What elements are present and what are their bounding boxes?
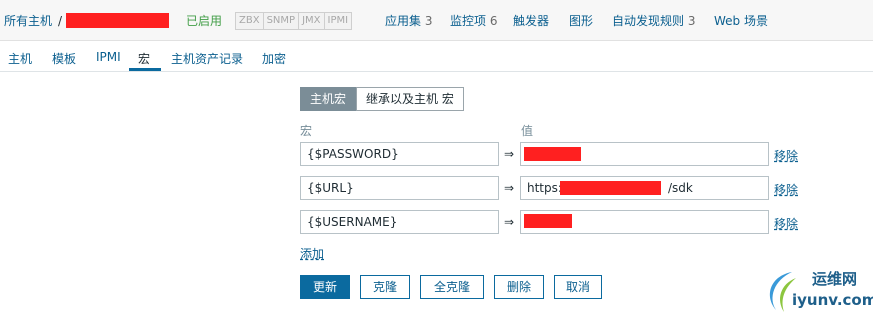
nav-items[interactable]: 监控项 6 <box>450 14 497 28</box>
nav-web-scenarios[interactable]: Web 场景 <box>714 14 768 28</box>
tag-snmp: SNMP <box>262 12 300 30</box>
tab-inventory[interactable]: 主机资产记录 <box>171 50 243 67</box>
url-value-suffix: /sdk <box>667 181 693 195</box>
breadcrumb-all-hosts[interactable]: 所有主机 <box>4 14 52 28</box>
breadcrumb-separator: / <box>58 14 63 28</box>
redacted-value <box>524 214 572 228</box>
remove-button[interactable]: 移除 <box>774 215 798 232</box>
remove-button[interactable]: 移除 <box>774 147 798 164</box>
tag-jmx: JMX <box>298 12 325 30</box>
redacted-value <box>524 147 581 161</box>
redacted-value <box>560 181 661 195</box>
macro-name-input[interactable]: {$URL} <box>300 176 499 200</box>
nav-discovery-rules[interactable]: 自动发现规则 3 <box>612 14 695 28</box>
macro-name-input[interactable]: {$PASSWORD} <box>300 142 499 166</box>
delete-button[interactable]: 删除 <box>494 275 544 299</box>
site-watermark: 运维网 iyunv.com <box>762 266 873 315</box>
nav-graphs[interactable]: 图形 <box>569 14 593 28</box>
tab-ipmi[interactable]: IPMI <box>96 50 121 64</box>
clone-button[interactable]: 克隆 <box>360 275 410 299</box>
tab-templates[interactable]: 模板 <box>52 50 76 67</box>
tag-ipmi: IPMI <box>323 12 353 30</box>
full-clone-button[interactable]: 全克隆 <box>420 275 484 299</box>
nav-triggers[interactable]: 触发器 <box>513 14 549 28</box>
add-macro-link[interactable]: 添加 <box>300 245 324 262</box>
inherited-macros-toggle[interactable]: 继承以及主机 宏 <box>356 87 464 111</box>
watermark-line2: iyunv.com <box>792 291 873 309</box>
watermark-line1: 运维网 <box>812 270 858 288</box>
host-tabs: 主机 模板 IPMI 宏 主机资产记录 加密 <box>0 41 873 72</box>
arrow-icon: ⇒ <box>504 215 515 229</box>
macro-mode-toggle: 主机宏 继承以及主机 宏 <box>300 87 464 111</box>
value-column-header: 值 <box>521 124 534 138</box>
nav-applications[interactable]: 应用集 3 <box>385 14 432 28</box>
macro-name-input[interactable]: {$USERNAME} <box>300 210 499 234</box>
active-tab-indicator <box>129 68 161 71</box>
remove-button[interactable]: 移除 <box>774 181 798 198</box>
host-header-bar: 所有主机 / 已启用 ZBX SNMP JMX IPMI 应用集 3 监控项 6… <box>0 0 873 41</box>
tag-zbx: ZBX <box>235 12 264 30</box>
arrow-icon: ⇒ <box>504 147 515 161</box>
update-button[interactable]: 更新 <box>300 275 350 299</box>
arrow-icon: ⇒ <box>504 181 515 195</box>
availability-tags: ZBX SNMP JMX IPMI <box>235 12 353 30</box>
tab-macros[interactable]: 宏 <box>138 50 150 67</box>
tab-host[interactable]: 主机 <box>8 50 32 67</box>
tab-encryption[interactable]: 加密 <box>262 50 286 67</box>
macro-column-header: 宏 <box>300 124 313 138</box>
redacted-host-name <box>66 13 169 28</box>
cancel-button[interactable]: 取消 <box>554 275 602 299</box>
status-enabled[interactable]: 已启用 <box>186 14 222 28</box>
host-macros-toggle[interactable]: 主机宏 <box>300 87 357 111</box>
